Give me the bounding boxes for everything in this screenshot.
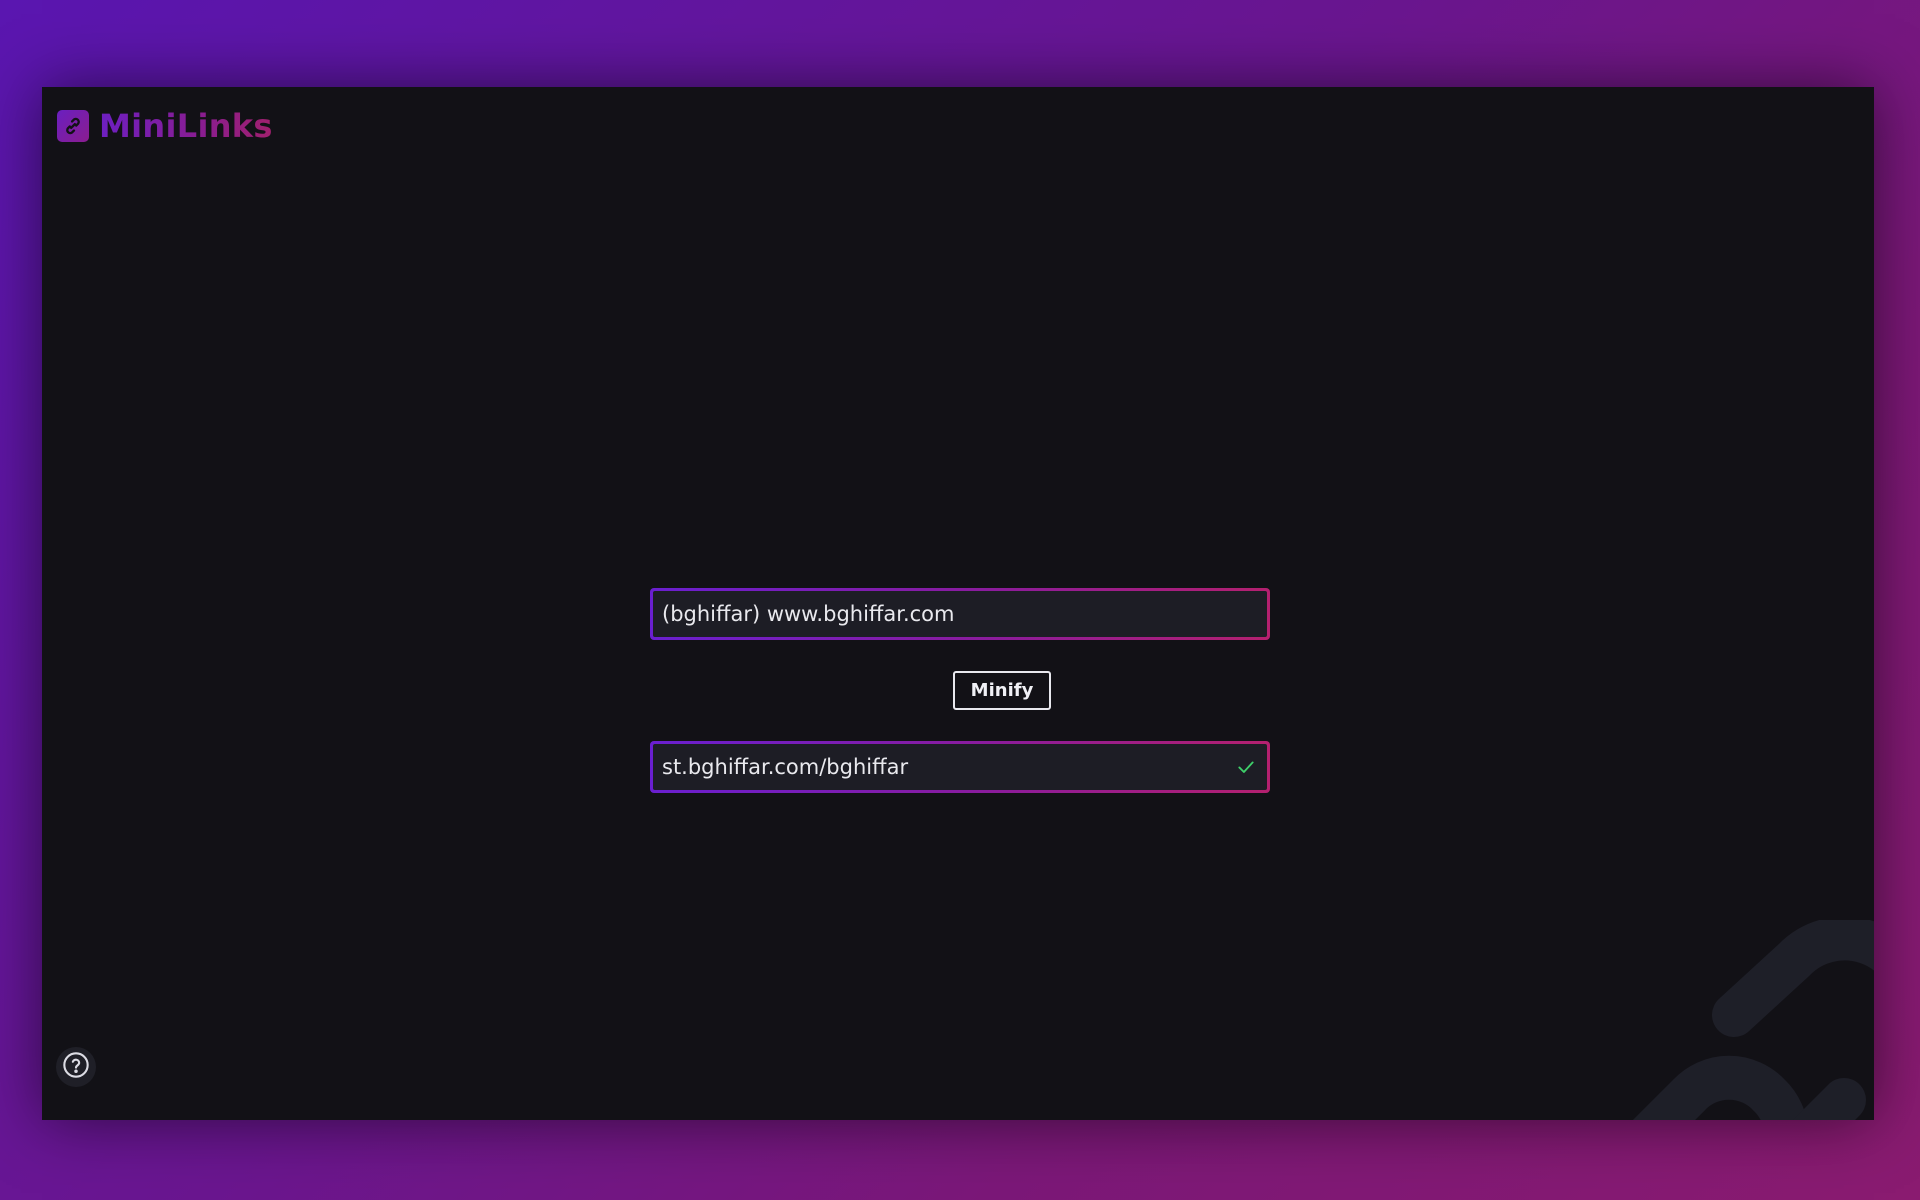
check-icon [1235, 756, 1257, 778]
brand[interactable]: MiniLinks [57, 107, 273, 145]
result-output-value[interactable]: st.bghiffar.com/bghiffar [662, 755, 1235, 779]
link-icon [57, 110, 89, 142]
url-input-field[interactable]: (bghiffar) www.bghiffar.com [650, 588, 1270, 640]
link-watermark-icon [1584, 916, 1874, 1120]
result-output-field[interactable]: st.bghiffar.com/bghiffar [650, 741, 1270, 793]
brand-name: MiniLinks [99, 107, 273, 145]
app-window: MiniLinks (bghiffar) www.bghiffar.com Mi… [42, 87, 1874, 1120]
url-input-value[interactable]: (bghiffar) www.bghiffar.com [662, 602, 1257, 626]
help-button[interactable] [56, 1047, 96, 1087]
question-circle-icon [62, 1051, 90, 1083]
minify-button[interactable]: Minify [953, 671, 1051, 710]
